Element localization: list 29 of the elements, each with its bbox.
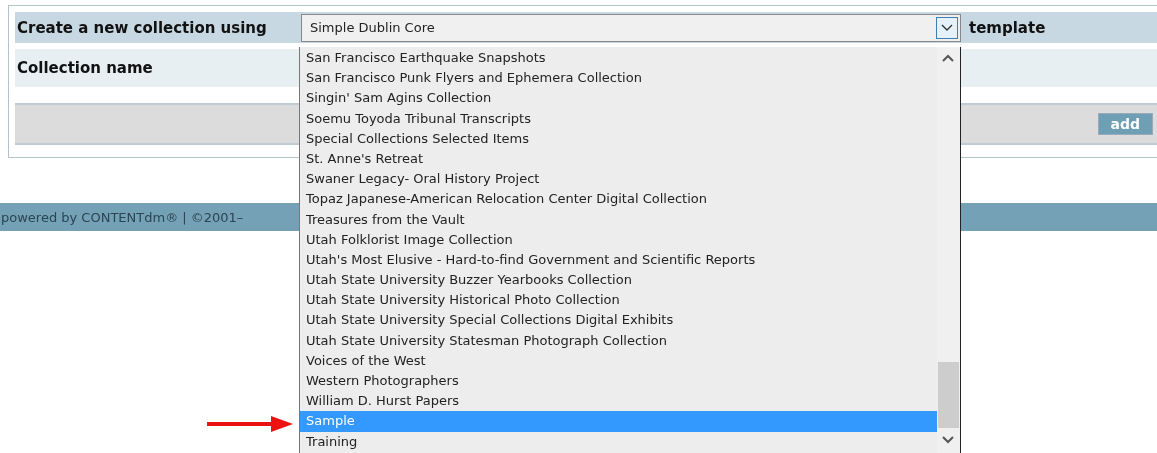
dropdown-option[interactable]: Topaz Japanese-American Relocation Center Digital Collection [300, 189, 937, 210]
field-label: Create a new collection using [16, 18, 268, 37]
dropdown-option[interactable]: Utah's Most Elusive - Hard-to-find Government and Scientific Reports [300, 249, 937, 271]
dropdown-option[interactable]: Western Photographers [300, 371, 937, 392]
dropdown-option[interactable]: Utah Folklorist Image Collection [300, 229, 937, 250]
dropdown-option[interactable]: Special Collections Selected Items [300, 128, 937, 149]
dropdown-option[interactable]: Training [300, 431, 937, 452]
field-label: template [969, 18, 1046, 37]
dropdown-option[interactable]: Soemu Toyoda Tribunal Transcripts [300, 108, 937, 129]
chevron-down-icon[interactable] [936, 16, 958, 39]
dropdown-option[interactable]: Utah State University Buzzer Yearbooks Collection [300, 270, 937, 291]
dropdown-option[interactable]: Treasures from the Vault [300, 209, 937, 230]
dropdown-option[interactable]: San Francisco Punk Flyers and Ephemera Collection [300, 68, 937, 89]
scroll-thumb[interactable] [938, 362, 959, 428]
dropdown-option[interactable]: Voices of the West [300, 350, 937, 371]
dropdown-option[interactable]: Utah State University Special Collections Digital Exhibits [300, 310, 937, 331]
dropdown-option[interactable]: St. Anne's Retreat [300, 148, 937, 170]
dropdown-option[interactable]: William D. Hurst Papers [300, 391, 937, 412]
dropdown-option[interactable]: Swaner Legacy- Oral History Project [300, 169, 937, 190]
dropdown-option[interactable]: San Francisco Earthquake Snapshots [300, 48, 937, 69]
footer-text: powered by CONTENTdm® | ©2001– [1, 209, 244, 225]
dropdown-option[interactable]: Utah State University Statesman Photograph Collection [300, 330, 937, 351]
arrow-icon [205, 415, 295, 433]
template-select[interactable]: Simple Dublin Core [301, 13, 961, 42]
scroll-up-icon[interactable] [940, 53, 956, 63]
scroll-down-icon[interactable] [940, 435, 956, 445]
dropdown-option[interactable]: Utah State University Historical Photo Collection [300, 290, 937, 311]
field-label: Collection name [16, 59, 154, 77]
dropdown-option[interactable]: Singin' Sam Agins Collection [300, 88, 937, 109]
